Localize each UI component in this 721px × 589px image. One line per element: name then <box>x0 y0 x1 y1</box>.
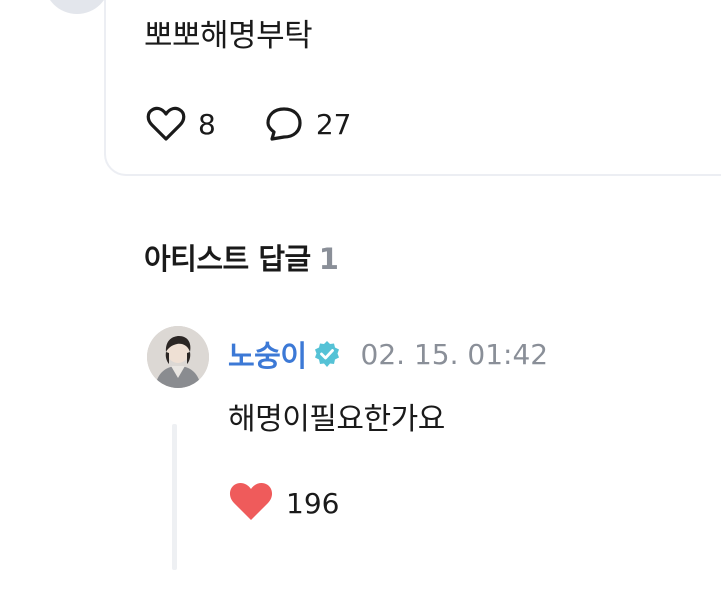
reply-thread-line <box>172 424 177 570</box>
post-like-count: 8 <box>198 107 216 141</box>
reply-author-name[interactable]: 노숭이 <box>228 333 307 375</box>
speech-bubble-icon <box>264 105 304 143</box>
verified-badge-icon <box>313 340 341 368</box>
heart-filled-icon <box>228 480 274 526</box>
comment-thread-screen: 뽀뽀해명부탁 8 27 아티스트 답글 1 노숭이 02. 15. 01:42 … <box>0 0 721 589</box>
artist-replies-title: 아티스트 답글 1 <box>144 236 339 278</box>
post-text: 뽀뽀해명부탁 <box>144 18 313 54</box>
post-actions: 8 27 <box>146 104 351 144</box>
post-author-avatar[interactable] <box>44 0 110 14</box>
artist-replies-label: 아티스트 답글 <box>144 242 311 276</box>
reply-timestamp: 02. 15. 01:42 <box>360 337 549 371</box>
post-like-button[interactable]: 8 <box>146 106 216 142</box>
artist-replies-count: 1 <box>318 242 339 276</box>
reply-like-count: 196 <box>286 486 340 520</box>
reply-text: 해명이필요한가요 <box>228 402 445 437</box>
reply-like-button[interactable]: 196 <box>228 480 339 526</box>
post-comment-button[interactable]: 27 <box>264 105 352 143</box>
heart-outline-icon <box>146 106 186 142</box>
reply-header: 노숭이 02. 15. 01:42 <box>228 334 548 374</box>
post-comment-count: 27 <box>315 107 352 141</box>
reply-author-avatar[interactable] <box>147 326 209 388</box>
